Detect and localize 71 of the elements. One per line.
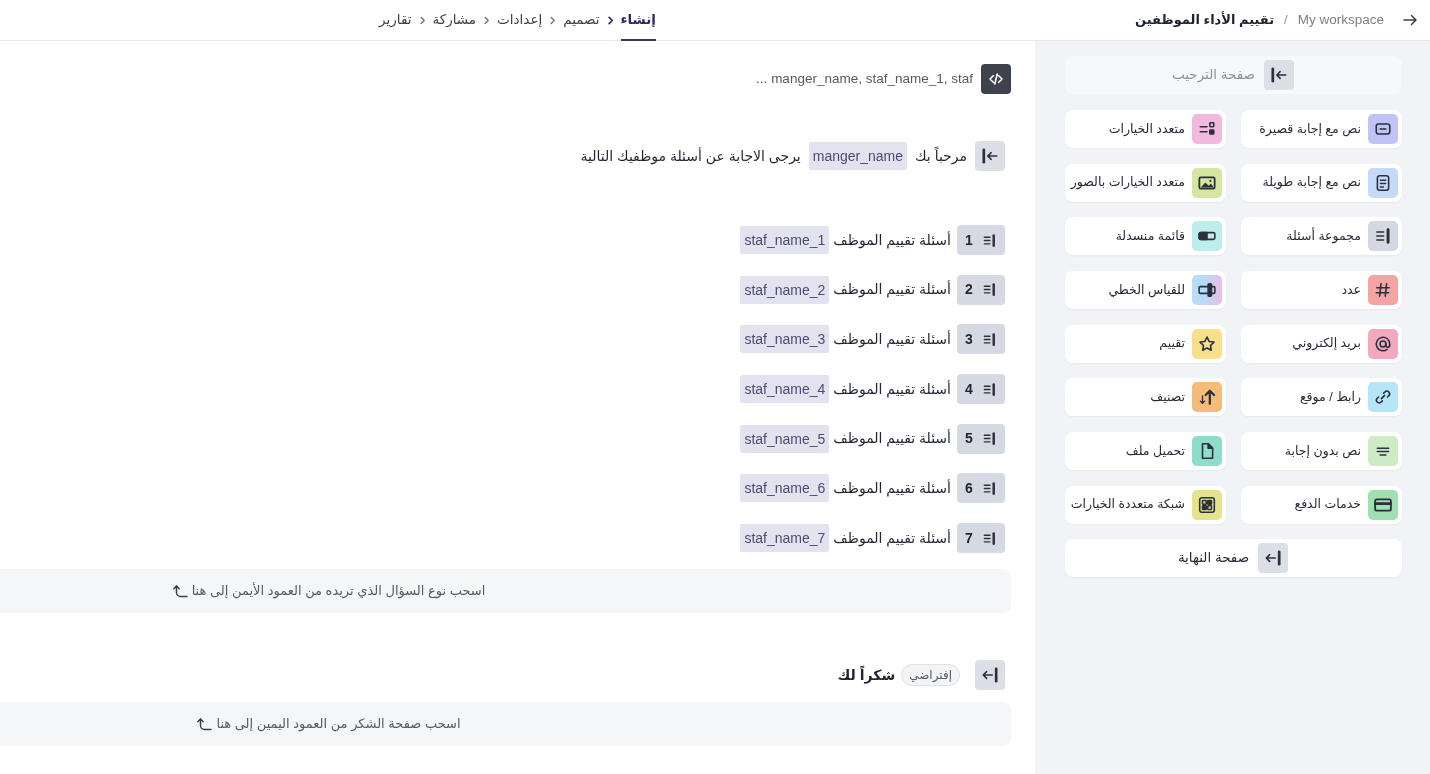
group-title: أسئلة تقييم الموظف	[833, 379, 951, 400]
group-number: 1	[965, 230, 973, 250]
group-title: أسئلة تقييم الموظف	[833, 528, 951, 549]
question-type-button[interactable]: متعدد الخيارات بالصور	[1065, 163, 1226, 202]
variable-token: staf_name_4	[740, 375, 830, 404]
question-type-button[interactable]: تحميل ملف	[1065, 432, 1226, 471]
lines-bar-icon	[981, 282, 997, 298]
lines-bar-icon	[981, 331, 997, 347]
page-type-button[interactable]: صفحة النهاية	[1065, 538, 1402, 577]
question-type-button[interactable]: تصنيف	[1065, 378, 1226, 417]
drop-zone[interactable]: اسحب نوع السؤال الذي تريده من العمود الأيمن إلى هنا	[0, 569, 1011, 614]
code-icon[interactable]	[981, 64, 1011, 94]
question-type-button[interactable]: بريد إلكتروني	[1241, 324, 1402, 363]
variable-token: staf_name_7	[740, 524, 830, 553]
lines-bar-icon	[981, 480, 997, 496]
question-type-button[interactable]: عدد	[1241, 271, 1402, 310]
chevron-right-icon	[418, 15, 426, 25]
step-tab[interactable]: مشاركة	[432, 0, 477, 41]
drop-hint: اسحب صفحة الشكر من العمود اليمين إلى هنا	[216, 715, 461, 734]
welcome-title: مرحباً بك	[915, 145, 967, 167]
question-type-button[interactable]: للقياس الخطي	[1065, 271, 1226, 310]
group-number: 5	[965, 429, 973, 449]
group-number: 3	[965, 329, 973, 349]
question-type-button[interactable]: رابط / موقع	[1241, 378, 1402, 417]
question-type-button[interactable]: خدمات الدفع	[1241, 485, 1402, 524]
step-tab[interactable]: إنشاء	[620, 0, 656, 41]
group-title: أسئلة تقييم الموظف	[833, 428, 951, 449]
question-type-button[interactable]: تقييم	[1065, 324, 1226, 363]
default-tag: إفتراضي	[901, 664, 960, 687]
group-title: أسئلة تقييم الموظف	[833, 478, 951, 499]
lines-bar-icon	[981, 381, 997, 397]
question-type-button[interactable]: نص مع إجابة طويلة	[1241, 163, 1402, 202]
step-tab[interactable]: تقارير	[379, 0, 412, 41]
drop-zone[interactable]: اسحب صفحة الشكر من العمود اليمين إلى هنا	[0, 702, 1011, 747]
group-title: أسئلة تقييم الموظف	[833, 279, 951, 300]
variable-token: staf_name_1	[740, 226, 830, 254]
welcome-message: يرجى الاجابة عن أسئلة موظفيك التالية	[580, 146, 801, 167]
drop-hint: اسحب نوع السؤال الذي تريده من العمود الأيمن إلى هنا	[191, 581, 486, 601]
question-type-button[interactable]: نص مع إجابة قصيرة	[1241, 110, 1402, 148]
lines-bar-icon	[981, 232, 997, 248]
question-type-button[interactable]: نص بدون إجابة	[1241, 432, 1402, 471]
variable-token: staf_name_2	[740, 275, 830, 304]
workspace-link[interactable]: My workspace	[1297, 9, 1384, 31]
lines-bar-icon	[981, 431, 997, 447]
survey-title: تقييم الأداء الموظفين	[1135, 10, 1275, 30]
question-type-button[interactable]: شبكة متعددة الخيارات	[1065, 485, 1226, 524]
group-number: 4	[965, 379, 973, 399]
chevron-right-icon	[483, 15, 491, 25]
question-type-button[interactable]: قائمة منسدلة	[1065, 217, 1226, 256]
group-number: 2	[965, 280, 973, 300]
group-title: أسئلة تقييم الموظف	[833, 329, 951, 350]
question-type-button[interactable]: متعدد الخيارات	[1065, 110, 1226, 148]
step-tab[interactable]: تصميم	[563, 0, 600, 41]
group-number: 7	[965, 528, 973, 548]
variable-token: staf_name_3	[740, 325, 830, 354]
curved-arrow-icon	[196, 717, 213, 732]
group-title: أسئلة تقييم الموظف	[833, 230, 951, 251]
variable-token: staf_name_5	[740, 424, 830, 453]
chevron-right-icon	[549, 15, 557, 25]
curved-arrow-icon	[171, 584, 188, 599]
step-tab[interactable]: إعدادات	[497, 0, 543, 41]
breadcrumb-separator: /	[1284, 11, 1288, 30]
variable-token: staf_name_6	[740, 474, 830, 503]
arrow-right-icon[interactable]	[1402, 12, 1418, 28]
variables-text: manger_name, staf_name_1, staf ...	[756, 69, 973, 88]
lines-bar-icon	[981, 530, 997, 546]
ending-title: شكراً لك	[837, 664, 896, 686]
group-number: 6	[965, 478, 973, 498]
chevron-right-icon	[606, 15, 614, 25]
variable-token: manger_name	[808, 142, 908, 170]
question-type-button[interactable]: مجموعة أسئلة	[1241, 217, 1402, 256]
